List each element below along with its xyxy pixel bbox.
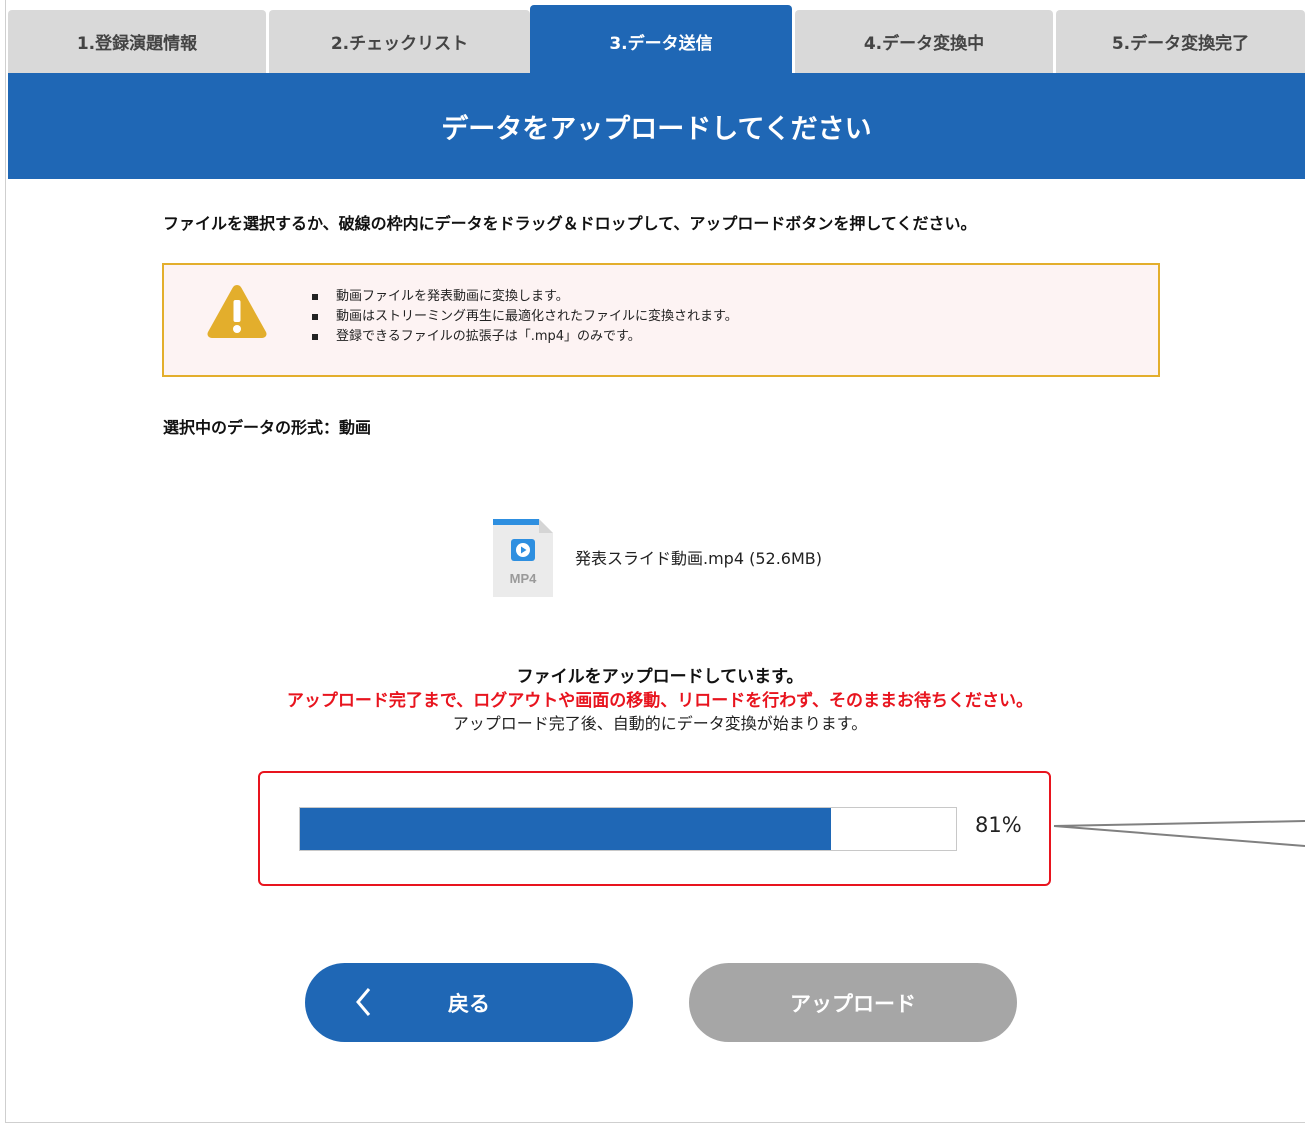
notice-list: 動画ファイルを発表動画に変換します。 動画はストリーミング再生に最適化されたファ… <box>312 287 738 347</box>
progress-box: 81% <box>258 771 1051 886</box>
progress-bar <box>299 807 957 851</box>
status-line-warning: アップロード完了まで、ログアウトや画面の移動、リロードを行わず、そのままお待ちく… <box>286 691 1034 711</box>
upload-status: ファイルをアップロードしています。 アップロード完了まで、ログアウトや画面の移動… <box>0 665 1305 735</box>
tab-label: 2.チェックリスト <box>330 34 469 54</box>
format-label: 選択中のデータの形式： <box>163 418 340 437</box>
back-button[interactable]: 戻る <box>305 963 633 1042</box>
tab-step-5[interactable]: 5.データ変換完了 <box>1056 10 1305 73</box>
progress-fill <box>300 808 832 850</box>
status-line-info: アップロード完了後、自動的にデータ変換が始まります。 <box>452 714 868 733</box>
tab-step-2[interactable]: 2.チェックリスト <box>269 10 530 73</box>
format-value: 動画 <box>339 418 372 437</box>
instruction-text: ファイルを選択するか、破線の枠内にデータをドラッグ＆ドロップして、アップロードボ… <box>163 214 977 233</box>
tab-label: 4.データ変換中 <box>863 34 985 54</box>
selected-format: 選択中のデータの形式：動画 <box>163 414 371 438</box>
page-title-banner: データをアップロードしてください <box>8 73 1305 179</box>
notice-item: 登録できるファイルの拡張子は「.mp4」のみです。 <box>312 327 738 347</box>
chevron-left-icon <box>356 988 371 1016</box>
notice-item: 動画はストリーミング再生に最適化されたファイルに変換されます。 <box>312 307 738 327</box>
callout-line <box>1053 820 1305 847</box>
notice-box: 動画ファイルを発表動画に変換します。 動画はストリーミング再生に最適化されたファ… <box>162 263 1160 377</box>
mp4-file-icon: MP4 <box>493 519 553 597</box>
tab-step-3[interactable]: 3.データ送信 <box>530 5 792 73</box>
notice-item: 動画ファイルを発表動画に変換します。 <box>312 287 738 307</box>
warning-icon <box>207 285 267 338</box>
tab-label: 1.登録演題情報 <box>76 34 198 54</box>
tab-step-1[interactable]: 1.登録演題情報 <box>8 10 266 73</box>
step-tabs: 1.登録演題情報 2.チェックリスト 3.データ送信 4.データ変換中 5.デー… <box>8 5 1305 73</box>
tab-label: 5.データ変換完了 <box>1111 34 1250 54</box>
tab-step-4[interactable]: 4.データ変換中 <box>795 10 1053 73</box>
file-icon-label: MP4 <box>510 571 538 586</box>
upload-button-label: アップロード <box>790 992 916 1016</box>
back-button-label: 戻る <box>448 992 490 1016</box>
progress-percent: 81% <box>975 813 1022 837</box>
tab-label: 3.データ送信 <box>609 34 713 54</box>
upload-button[interactable]: アップロード <box>689 963 1017 1042</box>
page-title: データをアップロードしてください <box>441 113 872 145</box>
status-line-uploading: ファイルをアップロードしています。 <box>516 667 804 687</box>
file-name: 発表スライド動画.mp4 (52.6MB) <box>575 549 822 568</box>
